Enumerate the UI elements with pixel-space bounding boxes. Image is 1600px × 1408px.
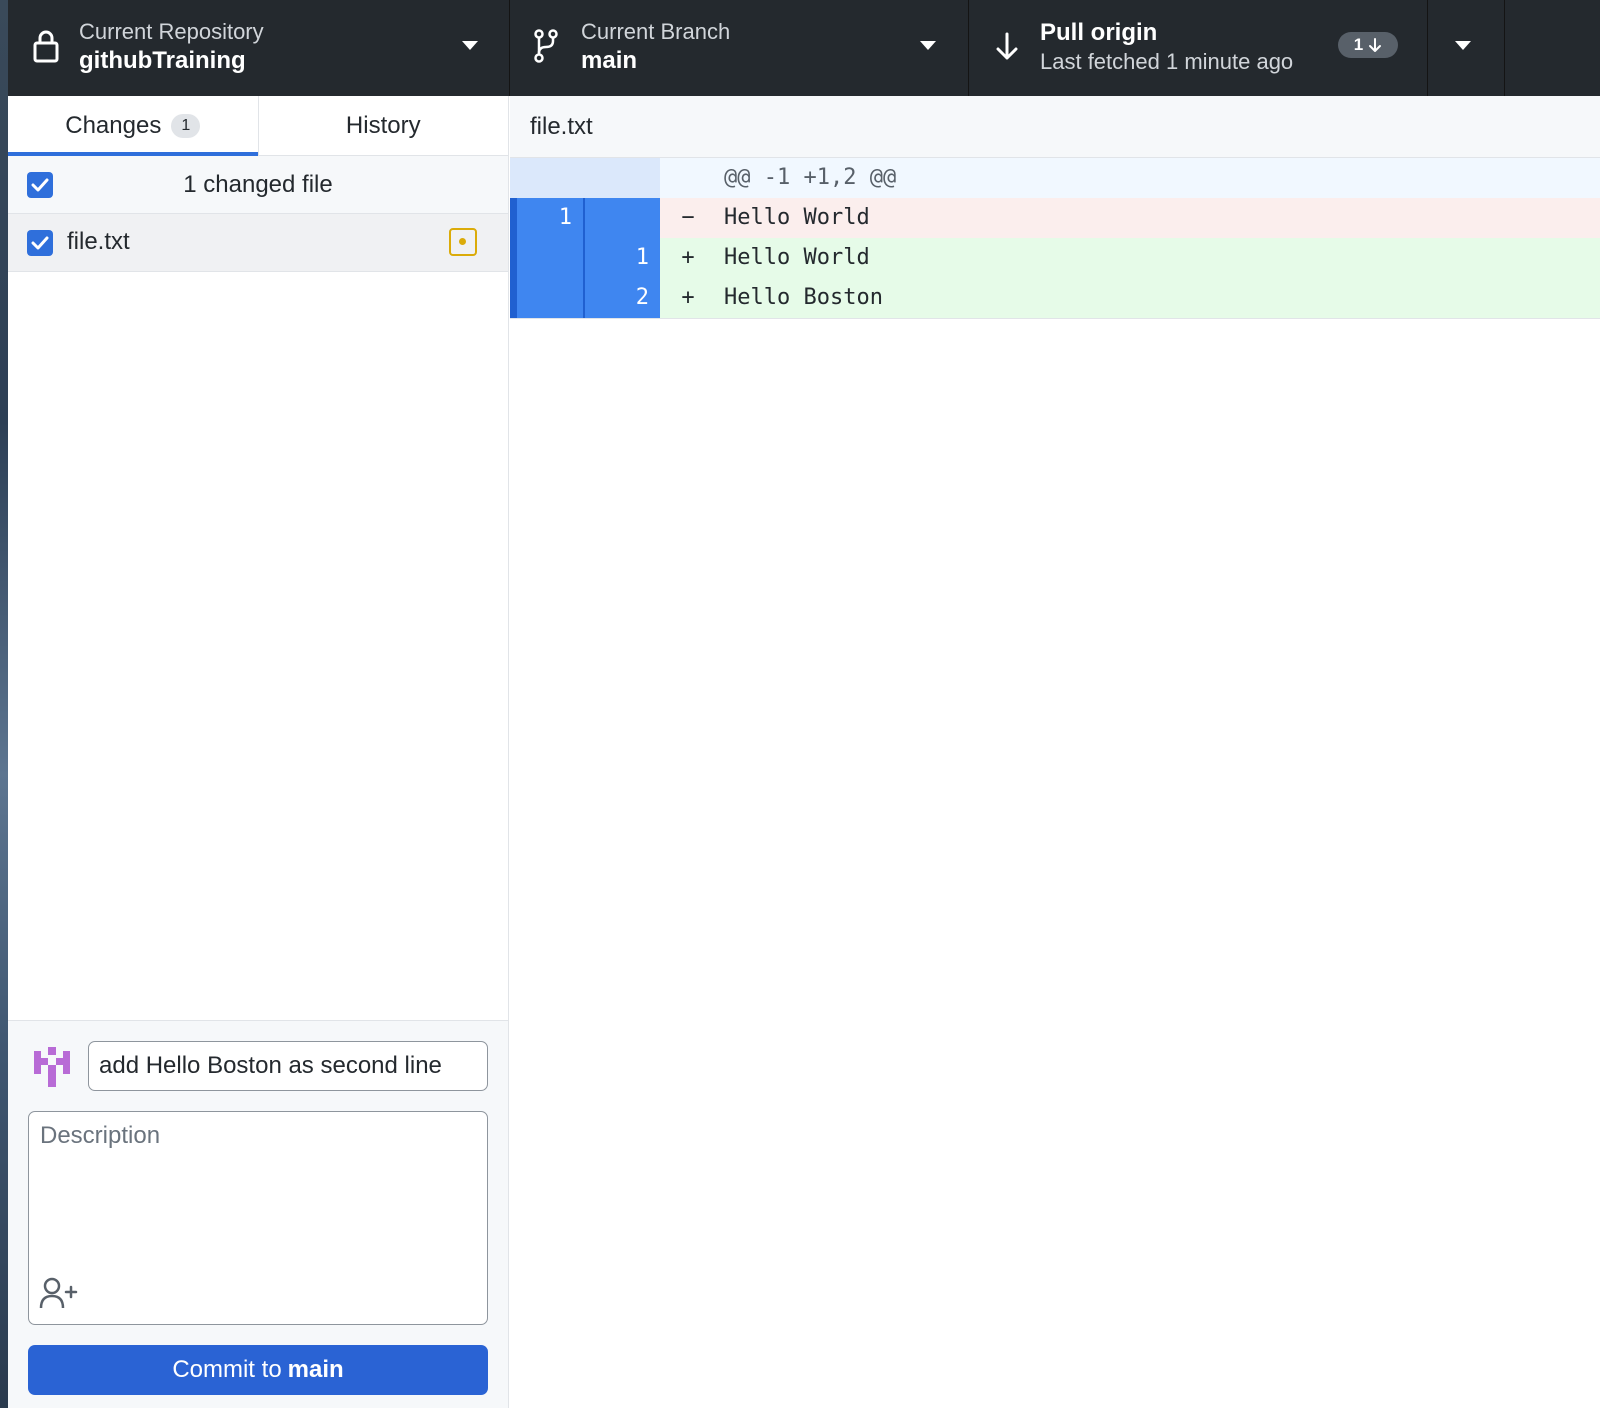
commit-panel: Commit to main <box>8 1020 508 1408</box>
user-avatar <box>30 1045 74 1089</box>
file-modified-icon <box>449 228 477 256</box>
pull-options-dropdown[interactable] <box>1428 0 1505 96</box>
commit-button[interactable]: Commit to main <box>28 1345 488 1395</box>
diff-text: Hello Boston <box>724 285 883 310</box>
commit-summary-input[interactable] <box>88 1041 488 1091</box>
sidebar-tabs: Changes 1 History <box>8 96 508 156</box>
diff-hunk-header[interactable]: @@ -1 +1,2 @@ <box>510 158 1600 198</box>
commit-button-branch: main <box>287 1356 344 1383</box>
arrow-down-icon <box>996 32 1018 60</box>
old-line-number: 1 <box>510 198 585 238</box>
git-branch-icon <box>534 29 558 63</box>
chevron-down-icon <box>920 41 936 50</box>
branch-label: Current Branch <box>581 19 731 44</box>
changes-count-badge: 1 <box>171 113 201 138</box>
diff-sign: + <box>681 245 695 270</box>
diff-code: + Hello Boston <box>660 278 1600 318</box>
diff-sign: − <box>681 205 695 230</box>
hunk-header-text: @@ -1 +1,2 @@ <box>724 165 897 190</box>
last-fetched-label: Last fetched 1 minute ago <box>1040 49 1294 74</box>
pull-title: Pull origin <box>1040 19 1158 46</box>
checkmark-icon <box>31 178 49 192</box>
diff-sign: + <box>681 285 695 310</box>
diff-viewer: file.txt @@ -1 +1,2 @@ 1 − Hello World 1 <box>510 96 1600 1408</box>
lock-icon <box>33 30 59 63</box>
tab-changes-label: Changes <box>65 111 162 139</box>
file-list-item[interactable]: file.txt <box>8 214 508 272</box>
diff-line-added[interactable]: 1 + Hello World <box>510 238 1600 278</box>
diff-line-added[interactable]: 2 + Hello Boston <box>510 278 1600 318</box>
diff-code: − Hello World <box>660 198 1600 238</box>
changed-files-header: 1 changed file <box>8 156 508 214</box>
old-line-number <box>510 238 585 278</box>
changed-files-count: 1 changed file <box>183 170 333 198</box>
diff-text: Hello World <box>724 245 870 270</box>
commit-description-input[interactable] <box>29 1112 487 1272</box>
diff-code: + Hello World <box>660 238 1600 278</box>
tab-changes[interactable]: Changes 1 <box>8 96 258 156</box>
line-gutter[interactable]: 1 <box>510 238 660 278</box>
diff-line-deleted[interactable]: 1 − Hello World <box>510 198 1600 238</box>
desktop-edge <box>0 0 8 1408</box>
new-line-number <box>585 198 660 238</box>
incoming-count: 1 <box>1353 35 1364 54</box>
repository-name: githubTraining <box>79 47 246 74</box>
checkmark-icon <box>31 236 49 250</box>
incoming-commits-badge: 1 <box>1338 32 1398 58</box>
add-coauthor-icon[interactable] <box>39 1276 79 1310</box>
changes-sidebar: Changes 1 History 1 changed file file.tx… <box>8 96 509 1408</box>
tab-history-label: History <box>345 111 421 139</box>
repository-selector[interactable]: Current Repository githubTraining <box>8 0 510 96</box>
line-gutter[interactable]: 2 <box>510 278 660 318</box>
diff-text: Hello World <box>724 205 870 230</box>
new-line-number: 1 <box>635 245 649 270</box>
select-all-checkbox[interactable] <box>27 172 53 198</box>
file-name: file.txt <box>67 228 130 255</box>
arrow-down-icon <box>1369 38 1382 52</box>
branch-name: main <box>581 47 638 74</box>
line-gutter <box>510 158 660 198</box>
repository-label: Current Repository <box>79 19 264 44</box>
tab-history[interactable]: History <box>257 96 509 155</box>
pull-origin-button[interactable]: Pull origin Last fetched 1 minute ago 1 <box>969 0 1428 96</box>
diff-body: @@ -1 +1,2 @@ 1 − Hello World 1 + Hello … <box>510 158 1600 319</box>
commit-button-label: Commit to <box>172 1356 282 1383</box>
line-gutter[interactable]: 1 <box>510 198 660 238</box>
chevron-down-icon <box>462 41 478 50</box>
toolbar: Current Repository githubTraining Curren… <box>8 0 1600 96</box>
diff-code: @@ -1 +1,2 @@ <box>660 158 1600 198</box>
diff-file-name: file.txt <box>530 112 593 140</box>
chevron-down-icon <box>1455 41 1471 50</box>
branch-selector[interactable]: Current Branch main <box>510 0 969 96</box>
file-include-checkbox[interactable] <box>27 230 53 256</box>
old-line-number <box>510 278 585 318</box>
diff-file-header: file.txt <box>510 96 1600 158</box>
commit-description-box <box>28 1111 488 1325</box>
new-line-number: 2 <box>635 285 649 310</box>
